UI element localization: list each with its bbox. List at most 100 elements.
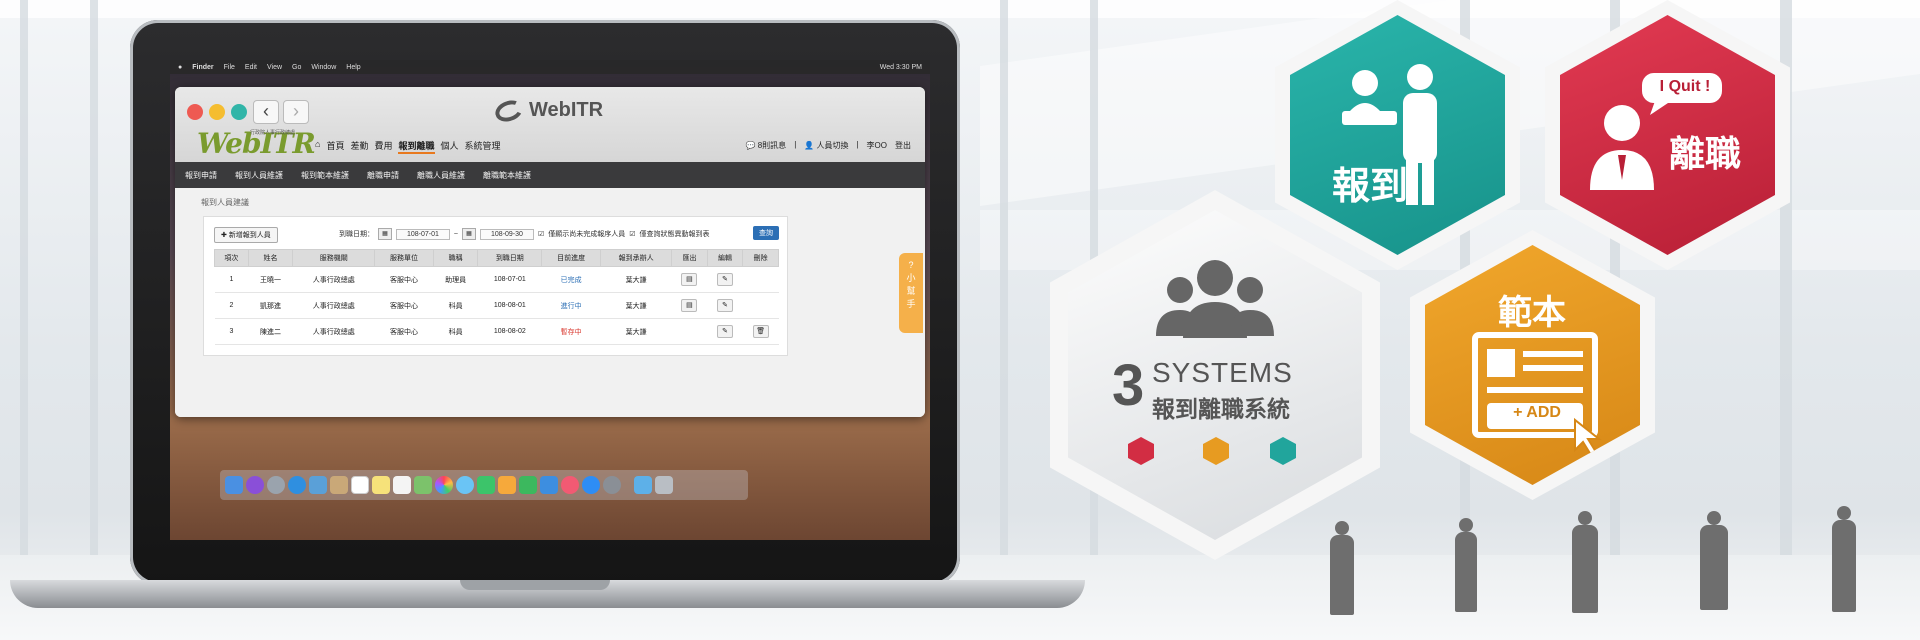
edit-icon[interactable]: ✎	[717, 325, 734, 338]
delete-icon[interactable]: 🗑	[752, 325, 769, 338]
subnav-quit-apply[interactable]: 離職申請	[367, 170, 399, 181]
subnav-checkin-template[interactable]: 報到範本維護	[301, 170, 349, 181]
cell-progress: 進行中	[541, 292, 601, 319]
helper-char: 小	[906, 273, 916, 283]
cell-title: 助理員	[433, 266, 478, 293]
zoom-window-button[interactable]	[231, 104, 247, 120]
top-right-bar: 💬 8則訊息 | 👤 人員切換 | 李OO 登出	[745, 140, 911, 151]
mac-menubar: ● Finder File Edit View Go Window Help W…	[170, 60, 930, 74]
menu-view[interactable]: View	[267, 64, 282, 71]
subnav-quit-staff[interactable]: 離職人員維護	[417, 170, 465, 181]
staff-panel: ✚ 新增報到人員 到職日期： ▦ 108-07-01 ~ ▦ 108-09-30…	[203, 216, 788, 356]
music-icon[interactable]	[561, 476, 579, 494]
downloads-folder-icon[interactable]	[634, 476, 652, 494]
table-header-row: 項次 姓名 服務機關 服務單位 職稱 到職日期 目前進度 報到承辦人 匯出 編輯…	[214, 249, 779, 267]
calendar-icon[interactable]: ▦	[462, 228, 477, 240]
launchpad-icon[interactable]	[267, 476, 285, 494]
nav-attendance[interactable]: 差勤	[350, 139, 368, 154]
nav-system-admin[interactable]: 系統管理	[465, 139, 501, 154]
col-handler: 報到承辦人	[599, 249, 673, 267]
helper-char: 手	[906, 299, 916, 309]
export-icon[interactable]: ▤	[681, 299, 698, 312]
minimize-window-button[interactable]	[209, 104, 225, 120]
cell-progress: 已完成	[541, 266, 601, 293]
notes-book-icon[interactable]	[330, 476, 348, 494]
checkbox-incomplete[interactable]: ☑	[538, 230, 544, 238]
add-staff-button[interactable]: ✚ 新增報到人員	[214, 227, 278, 243]
edit-icon[interactable]: ✎	[717, 299, 734, 312]
cell-unit: 客服中心	[374, 318, 434, 345]
trash-icon[interactable]	[655, 476, 673, 494]
calendar-app-icon[interactable]	[351, 476, 369, 494]
nav-home[interactable]: 首頁	[326, 139, 344, 154]
safari-icon[interactable]	[288, 476, 306, 494]
cell-title: 科員	[433, 318, 478, 345]
help-icon: ?	[908, 260, 914, 270]
notes-icon[interactable]	[372, 476, 390, 494]
menu-finder[interactable]: Finder	[192, 64, 213, 71]
nav-checkin-quit[interactable]: 報到離職	[398, 139, 435, 154]
subnav-checkin-staff[interactable]: 報到人員維護	[235, 170, 283, 181]
apple-icon[interactable]: ●	[178, 64, 182, 71]
messages-app-icon[interactable]	[456, 476, 474, 494]
user-icon: 👤	[804, 141, 815, 150]
menu-edit[interactable]: Edit	[245, 64, 257, 71]
close-window-button[interactable]	[187, 104, 203, 120]
nav-personal[interactable]: 個人	[441, 139, 459, 154]
date-to-input[interactable]: 108-09-30	[480, 228, 534, 240]
app-store-icon[interactable]	[582, 476, 600, 494]
switch-user-link[interactable]: 👤 人員切換	[804, 140, 848, 151]
date-from-input[interactable]: 108-07-01	[396, 228, 450, 240]
menubar-clock[interactable]: Wed 3:30 PM	[880, 64, 922, 71]
checkbox-changed[interactable]: ☑	[629, 230, 635, 238]
siri-icon[interactable]	[246, 476, 264, 494]
date-filter: 到職日期： ▦ 108-07-01 ~ ▦ 108-09-30 ☑ 僅顯示尚未完…	[339, 228, 710, 240]
cell-handler: 葉大謙	[600, 318, 672, 345]
nav-expense[interactable]: 費用	[374, 139, 392, 154]
page-content: 報到人員建議 ✚ 新增報到人員 到職日期： ▦ 108-07-01 ~ ▦ 10…	[175, 188, 925, 417]
laptop-screen: ● Finder File Edit View Go Window Help W…	[170, 60, 930, 540]
forward-button[interactable]: ›	[283, 100, 309, 124]
current-user: 李OO	[866, 141, 887, 150]
maps-icon[interactable]	[414, 476, 432, 494]
subnav-checkin-apply[interactable]: 報到申請	[185, 170, 217, 181]
pages-icon[interactable]	[498, 476, 516, 494]
edit-icon[interactable]: ✎	[717, 273, 734, 286]
chat-icon: 💬	[745, 141, 756, 150]
cell-start-date: 108-08-01	[477, 292, 542, 319]
switch-user-label: 人員切換	[816, 141, 849, 150]
col-start-date: 到職日期	[477, 249, 543, 267]
cell-title: 科員	[433, 292, 478, 319]
subnav-quit-template[interactable]: 離職範本維護	[483, 170, 531, 181]
silhouette-person	[1455, 518, 1477, 612]
cell-agency: 人事行政總處	[292, 318, 375, 345]
col-title: 職稱	[432, 249, 479, 267]
systems-word: SYSTEMS	[1152, 357, 1293, 388]
photos-app-icon[interactable]	[309, 476, 327, 494]
query-button[interactable]: 查詢	[753, 226, 779, 240]
export-icon[interactable]: ▤	[681, 273, 698, 286]
cell-handler: 葉大謙	[600, 266, 672, 293]
numbers-icon[interactable]	[519, 476, 537, 494]
finder-icon[interactable]	[225, 476, 243, 494]
cell-name: 陳進二	[248, 318, 293, 345]
keynote-icon[interactable]	[540, 476, 558, 494]
logout-link[interactable]: 登出	[895, 140, 911, 151]
menu-go[interactable]: Go	[292, 64, 301, 71]
staff-table: 項次 姓名 服務機關 服務單位 職稱 到職日期 目前進度 報到承辦人 匯出 編輯…	[214, 249, 779, 345]
menu-window[interactable]: Window	[311, 64, 336, 71]
system-prefs-icon[interactable]	[603, 476, 621, 494]
template-label: 範本	[1498, 294, 1566, 332]
facetime-icon[interactable]	[477, 476, 495, 494]
add-label[interactable]: + ADD	[1492, 404, 1582, 422]
calendar-icon[interactable]: ▦	[378, 228, 392, 240]
reminders-icon[interactable]	[393, 476, 411, 494]
photos-icon[interactable]	[435, 476, 453, 494]
date-separator: ~	[453, 230, 459, 238]
menu-help[interactable]: Help	[346, 64, 360, 71]
messages-link[interactable]: 💬 8則訊息	[746, 140, 787, 151]
col-unit: 服務單位	[374, 249, 434, 267]
helper-tab[interactable]: ? 小 幫 手	[899, 253, 923, 333]
menu-file[interactable]: File	[224, 64, 235, 71]
back-button[interactable]: ‹	[253, 100, 279, 124]
